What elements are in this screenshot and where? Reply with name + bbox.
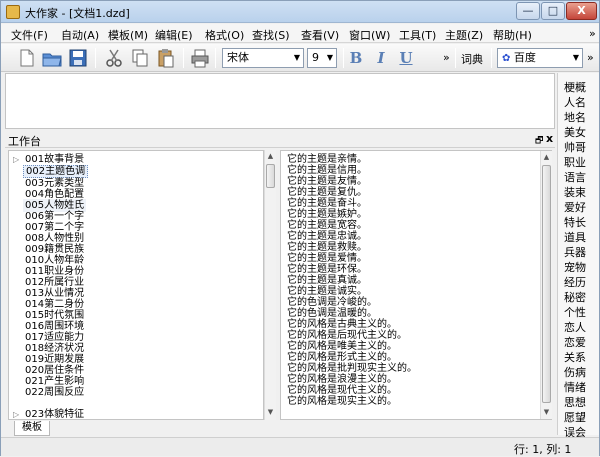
new-document-icon[interactable] xyxy=(15,47,37,69)
list-scrollbar[interactable]: ▲ ▼ xyxy=(540,151,552,419)
tree-item[interactable]: 022周围反应 xyxy=(23,386,86,399)
dictionary-button[interactable]: 词典 xyxy=(461,51,483,67)
phrase-list[interactable]: 它的主题是亲情。 它的主题是信用。 它的主题是友情。 它的主题是复仇。 它的主题… xyxy=(280,150,552,420)
chevron-down-icon: ▼ xyxy=(326,53,333,62)
maximize-button[interactable]: □ xyxy=(541,2,565,20)
window-title: 大作家 - [文档1.dzd] xyxy=(25,7,130,20)
chevron-down-icon: ▼ xyxy=(293,53,300,62)
side-item[interactable]: 职业 xyxy=(564,154,596,170)
restore-pane-icon[interactable]: 🗗 xyxy=(535,133,543,149)
close-pane-icon[interactable]: x xyxy=(546,132,553,145)
expand-arrow-icon[interactable]: ▷ xyxy=(13,155,19,164)
side-item[interactable]: 关系 xyxy=(564,349,596,365)
side-item[interactable]: 语言 xyxy=(564,169,596,185)
font-name-value: 宋体 xyxy=(227,51,249,64)
toolbar-separator xyxy=(491,48,492,68)
italic-button[interactable]: I xyxy=(371,48,391,68)
menu-window[interactable]: 窗口(W) xyxy=(349,27,390,43)
toolbar-separator xyxy=(215,48,216,68)
menu-find[interactable]: 查找(S) xyxy=(252,27,290,43)
toolbar-overflow-icon[interactable]: » xyxy=(587,51,594,64)
scroll-down-icon[interactable]: ▼ xyxy=(541,406,552,418)
chevron-down-icon: ▼ xyxy=(572,53,579,62)
menu-file[interactable]: 文件(F) xyxy=(11,27,48,43)
toolbar-separator xyxy=(455,48,456,68)
side-item[interactable]: 道具 xyxy=(564,229,596,245)
template-tree[interactable]: ▷ 001故事背景 002主题色调 003元素类型 004角色配置 005人物姓… xyxy=(8,150,264,420)
side-item[interactable]: 美女 xyxy=(564,124,596,140)
scroll-down-icon[interactable]: ▼ xyxy=(265,406,276,418)
list-item[interactable]: 它的风格是现实主义的。 xyxy=(287,395,397,408)
side-item[interactable]: 愿望 xyxy=(564,409,596,425)
toolbar-separator xyxy=(95,48,96,68)
side-item[interactable]: 秘密 xyxy=(564,289,596,305)
menu-bar: 文件(F) 自动(A) 模板(M) 编辑(E) 格式(O) 查找(S) 查看(V… xyxy=(1,24,599,43)
app-icon xyxy=(6,5,20,19)
side-item[interactable]: 思想 xyxy=(564,394,596,410)
side-item[interactable]: 特长 xyxy=(564,214,596,230)
close-button[interactable]: X xyxy=(566,2,597,20)
title-bar[interactable]: 大作家 - [文档1.dzd] — □ X xyxy=(1,1,599,23)
menu-auto[interactable]: 自动(A) xyxy=(61,27,99,43)
document-editor[interactable] xyxy=(5,73,555,129)
bold-button[interactable]: B xyxy=(346,48,366,68)
menu-view[interactable]: 查看(V) xyxy=(301,27,339,43)
open-folder-icon[interactable] xyxy=(41,47,63,69)
menu-tools[interactable]: 工具(T) xyxy=(399,27,436,43)
side-item[interactable]: 宠物 xyxy=(564,259,596,275)
toolbar-overflow-icon[interactable]: » xyxy=(443,51,450,64)
menu-template[interactable]: 模板(M) xyxy=(108,27,148,43)
scroll-thumb[interactable] xyxy=(542,165,551,403)
workbench-header: 工作台 🗗 x xyxy=(5,132,555,148)
toolbar-separator xyxy=(183,48,184,68)
underline-button[interactable]: U xyxy=(396,48,416,68)
side-item[interactable]: 恋爱 xyxy=(564,334,596,350)
save-icon[interactable] xyxy=(67,47,89,69)
app-window: 大作家 - [文档1.dzd] — □ X 文件(F) 自动(A) 模板(M) … xyxy=(0,0,600,456)
workbench-title: 工作台 xyxy=(8,135,41,148)
side-item[interactable]: 伤病 xyxy=(564,364,596,380)
menu-overflow-icon[interactable]: » xyxy=(589,27,596,40)
search-engine-value: 百度 xyxy=(513,51,536,64)
scroll-up-icon[interactable]: ▲ xyxy=(265,150,276,162)
cut-icon[interactable] xyxy=(103,47,125,69)
side-item[interactable]: 梗概 xyxy=(564,79,596,95)
search-engine-select[interactable]: ✿ 百度 ▼ xyxy=(497,48,583,68)
toolbar: 宋体 ▼ 9 ▼ B I U » 词典 ✿ 百度 ▼ » xyxy=(1,44,599,72)
scroll-up-icon[interactable]: ▲ xyxy=(541,151,552,163)
paste-icon[interactable] xyxy=(155,47,177,69)
element-side-panel: 梗概 人名 地名 美女 帅哥 职业 语言 装束 爱好 特长 道具 兵器 宠物 经… xyxy=(557,73,599,439)
tree-scrollbar[interactable]: ▲ ▼ xyxy=(264,150,276,420)
menu-theme[interactable]: 主题(Z) xyxy=(445,27,483,43)
tab-template[interactable]: 模板 xyxy=(14,421,50,436)
status-bar: 行: 1, 列: 1 xyxy=(1,437,599,456)
side-item[interactable]: 个性 xyxy=(564,304,596,320)
font-name-select[interactable]: 宋体 ▼ xyxy=(222,48,304,68)
side-item[interactable]: 地名 xyxy=(564,109,596,125)
side-item[interactable]: 人名 xyxy=(564,94,596,110)
menu-edit[interactable]: 编辑(E) xyxy=(155,27,193,43)
tree-item[interactable]: 023体貌特征 xyxy=(23,408,86,419)
print-icon[interactable] xyxy=(189,47,211,69)
cursor-position: 行: 1, 列: 1 xyxy=(514,443,572,456)
side-item[interactable]: 经历 xyxy=(564,274,596,290)
toolbar-separator xyxy=(343,48,344,68)
side-item[interactable]: 装束 xyxy=(564,184,596,200)
paw-icon: ✿ xyxy=(502,53,511,64)
menu-format[interactable]: 格式(O) xyxy=(205,27,244,43)
font-size-value: 9 xyxy=(312,51,319,64)
side-item[interactable]: 恋人 xyxy=(564,319,596,335)
copy-icon[interactable] xyxy=(129,47,151,69)
minimize-button[interactable]: — xyxy=(516,2,540,20)
font-size-select[interactable]: 9 ▼ xyxy=(307,48,337,68)
menu-help[interactable]: 帮助(H) xyxy=(493,27,532,43)
side-item[interactable]: 帅哥 xyxy=(564,139,596,155)
side-item[interactable]: 情绪 xyxy=(564,379,596,395)
scroll-thumb[interactable] xyxy=(266,164,275,188)
side-item[interactable]: 爱好 xyxy=(564,199,596,215)
side-item[interactable]: 兵器 xyxy=(564,244,596,260)
expand-arrow-icon[interactable]: ▷ xyxy=(13,410,19,419)
bottom-tab-strip: 模板 xyxy=(8,421,556,437)
